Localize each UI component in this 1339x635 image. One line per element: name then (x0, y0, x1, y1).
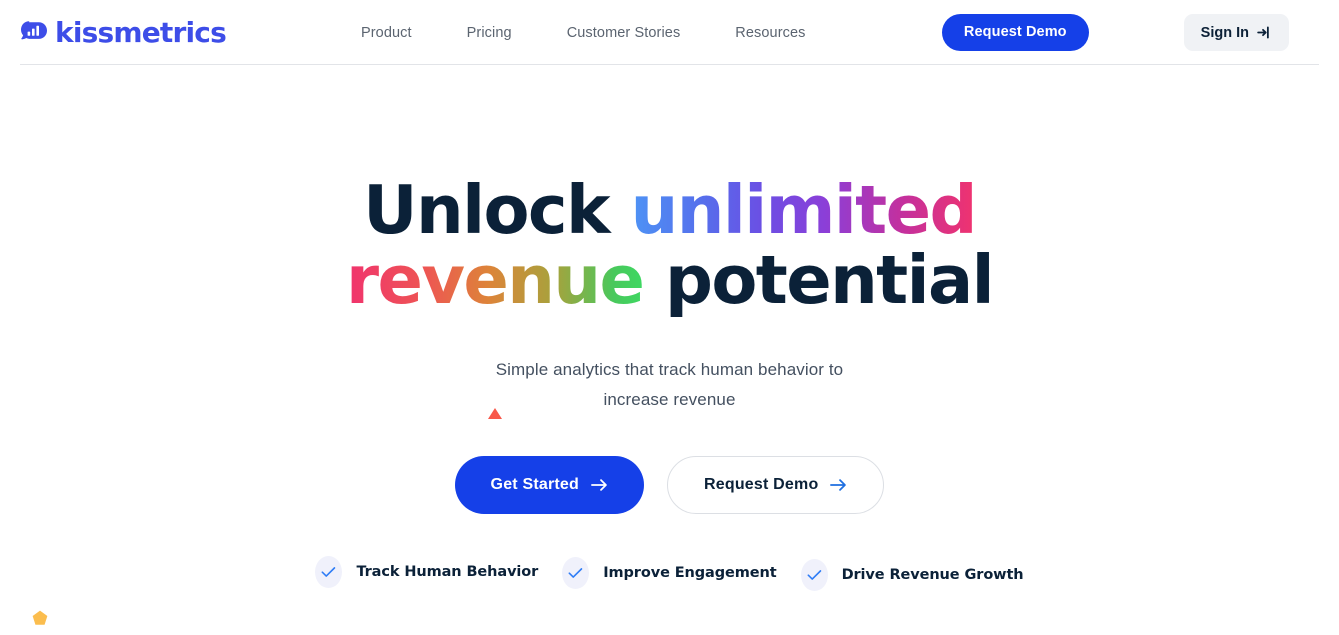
check-badge (800, 559, 828, 591)
request-demo-hero-button[interactable]: Request Demo (667, 456, 885, 514)
check-badge (562, 557, 590, 589)
hero-subtitle-line-1: Simple analytics that track human behavi… (495, 360, 844, 379)
feature-item-improve-engagement: Improve Engagement (562, 556, 777, 589)
arrow-right-icon (591, 479, 607, 491)
feature-label: Drive Revenue Growth (841, 567, 1024, 583)
check-icon (807, 570, 821, 580)
nav-item-resources[interactable]: Resources (735, 25, 805, 41)
nav-item-customer-stories[interactable]: Customer Stories (567, 25, 681, 41)
decorative-triangle (488, 408, 502, 419)
title-plain-potential: potential (643, 241, 995, 319)
title-plain-unlock: Unlock (363, 171, 631, 249)
get-started-button[interactable]: Get Started (454, 456, 644, 514)
bar-chart-cloud-logo-icon (21, 21, 47, 40)
decorative-pentagon (32, 610, 48, 625)
feature-label: Improve Engagement (603, 565, 777, 581)
sign-in-label: Sign In (1200, 24, 1249, 41)
hero-section: Unlock unlimited revenue potential Simpl… (0, 65, 1339, 514)
feature-label: Track Human Behavior (356, 564, 539, 580)
request-demo-hero-label: Request Demo (704, 476, 819, 493)
title-gradient-unlimited: unlimited (630, 171, 978, 249)
sign-in-arrow-icon (1257, 26, 1269, 39)
brand-name: kissmetrics (55, 15, 227, 49)
feature-item-track-human-behavior: Track Human Behavior (315, 556, 538, 588)
nav-item-product[interactable]: Product (361, 25, 412, 41)
check-icon (321, 567, 336, 577)
hero-subtitle: Simple analytics that track human behavi… (0, 355, 1339, 415)
brand-logo[interactable]: kissmetrics (20, 15, 227, 49)
check-icon (568, 568, 583, 578)
sign-in-button[interactable]: Sign In (1183, 14, 1289, 51)
get-started-label: Get Started (490, 476, 579, 493)
check-badge (315, 556, 343, 588)
nav-item-pricing[interactable]: Pricing (467, 25, 512, 41)
title-line-2: revenue potential (0, 245, 1339, 315)
site-header: kissmetrics Product Pricing Customer Sto… (0, 0, 1339, 65)
hero-cta-group: Get Started Request Demo (0, 456, 1339, 514)
request-demo-button[interactable]: Request Demo (941, 14, 1089, 51)
title-line-1: Unlock unlimited (0, 175, 1339, 245)
hero-subtitle-line-2: increase revenue (603, 390, 736, 409)
feature-item-drive-revenue-growth: Drive Revenue Growth (800, 556, 1024, 591)
page-title: Unlock unlimited revenue potential (0, 175, 1339, 315)
arrow-right-icon (830, 479, 847, 491)
header-actions: Request Demo Sign In (941, 14, 1319, 51)
main-navigation: Product Pricing Customer Stories Resourc… (361, 25, 806, 41)
feature-list: Track Human Behavior Improve Engagement … (0, 556, 1339, 591)
title-gradient-revenue: revenue (346, 241, 645, 319)
